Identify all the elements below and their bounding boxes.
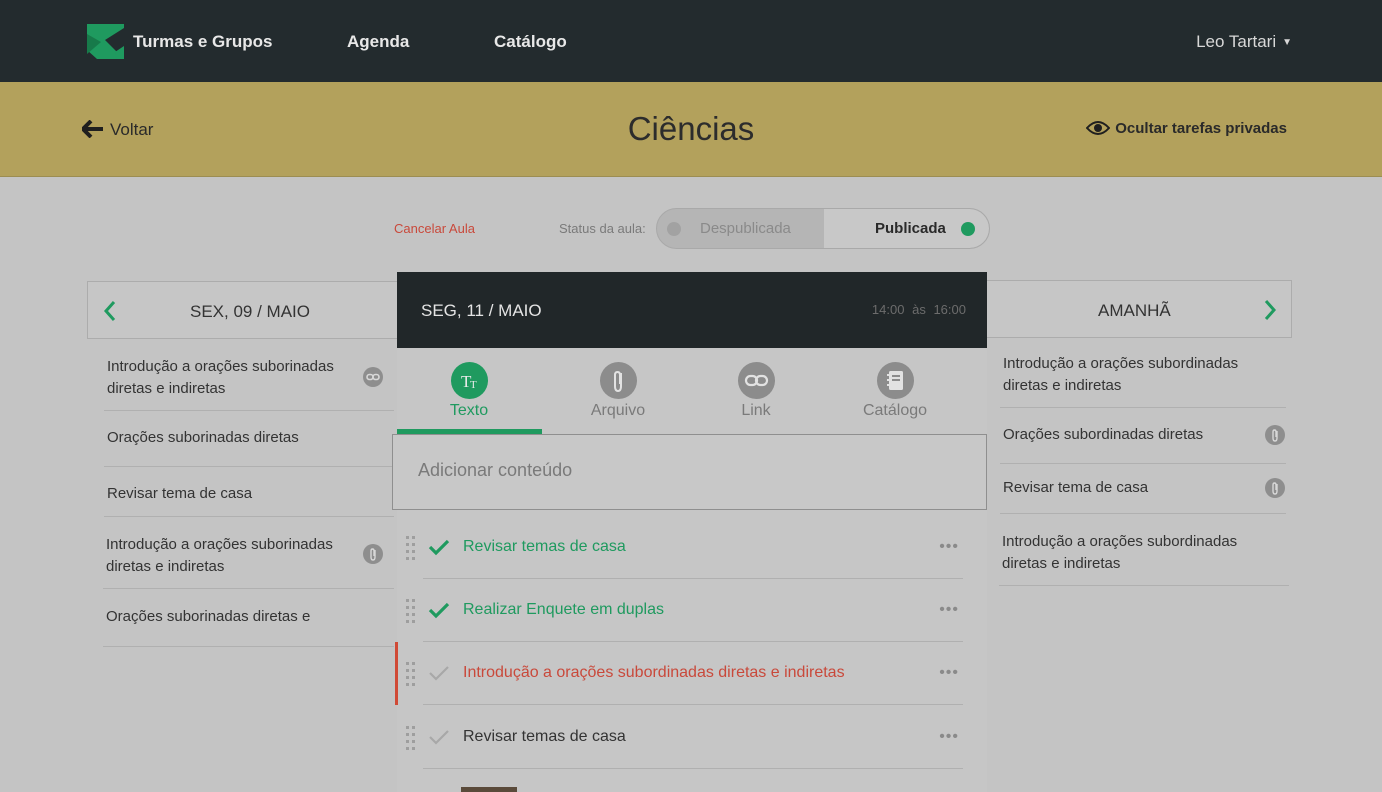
drag-handle-icon[interactable] [406,726,416,752]
next-day-header: AMANHÃ [985,280,1292,338]
status-off-label: Despublicada [700,220,791,237]
more-options-icon[interactable]: ••• [939,728,959,746]
nav-link-agenda[interactable]: Agenda [347,32,409,52]
list-item[interactable]: Orações suborinadas diretas [104,411,394,467]
task-text: Introdução a orações subordinadas direta… [463,664,845,681]
task-row[interactable]: Revisar temas de casa ••• [397,706,987,769]
add-content-input[interactable] [418,460,958,481]
task-row[interactable]: Revisar temas de casa ••• [397,516,987,579]
list-item[interactable]: Revisar tema de casa [104,467,394,517]
drag-handle-icon[interactable] [406,662,416,688]
list-item[interactable]: Orações suborinadas diretas e [103,589,394,647]
hide-private-toggle[interactable]: Ocultar tarefas privadas [1085,120,1287,137]
status-on-label: Publicada [875,220,946,237]
eye-icon [1085,121,1111,135]
user-name: Leo Tartari [1196,32,1277,51]
more-options-icon[interactable]: ••• [939,664,959,682]
tab-link[interactable]: Link [686,348,826,434]
add-content-box [392,434,987,510]
link-icon [363,367,383,387]
chevron-right-icon[interactable] [1263,299,1277,321]
tab-texto[interactable]: TT Texto [399,348,539,434]
tab-catalogo[interactable]: Catálogo [825,348,965,434]
tab-arquivo[interactable]: Arquivo [548,348,688,434]
notebook-icon [877,362,914,399]
status-dot-active [961,222,975,236]
task-text: Revisar temas de casa [463,538,626,555]
prev-day-header: SEX, 09 / MAIO [87,281,402,339]
list-item[interactable]: Revisar tema de casa [1000,464,1286,514]
task-text: Revisar temas de casa [463,728,626,745]
paperclip-icon [1265,425,1285,445]
drag-handle-icon[interactable] [406,599,416,625]
paperclip-icon [600,362,637,399]
list-item[interactable]: Orações subordinadas diretas [1000,408,1286,464]
top-navbar: Turmas e Grupos Agenda Catálogo Leo Tart… [0,0,1382,82]
nav-link-turmas[interactable]: Turmas e Grupos [133,32,273,52]
task-text: Realizar Enquete em duplas [463,601,665,618]
check-icon[interactable] [428,728,450,746]
list-item[interactable]: Introdução a orações suborinadas diretas… [103,517,394,589]
caret-down-icon: ▼ [1282,37,1292,48]
drag-handle-icon[interactable] [406,536,416,562]
next-day-title: AMANHÃ [1098,301,1171,320]
user-menu[interactable]: Leo Tartari ▼ [1196,32,1292,52]
list-item[interactable]: Introdução a orações subordinadas direta… [999,514,1289,586]
editor-header: SEG, 11 / MAIO 14:00 às 16:00 [397,272,987,348]
text-icon: TT [451,362,488,399]
prev-day-title: SEX, 09 / MAIO [190,302,310,321]
class-header: Voltar Ciências Ocultar tarefas privadas [0,82,1382,177]
status-published-option[interactable]: Publicada [824,209,989,248]
task-row[interactable]: Realizar Enquete em duplas ••• [397,579,987,642]
chevron-left-icon[interactable] [103,300,117,322]
check-icon[interactable] [428,538,450,556]
editor-time: 14:00 às 16:00 [871,302,966,317]
hide-private-label: Ocultar tarefas privadas [1115,120,1287,137]
more-options-icon[interactable]: ••• [939,601,959,619]
publish-status-toggle[interactable]: Despublicada Publicada [656,208,990,249]
check-icon[interactable] [428,664,450,682]
status-dot [667,222,681,236]
check-icon[interactable] [428,601,450,619]
alert-indicator [395,642,398,705]
lesson-editor-panel: SEG, 11 / MAIO 14:00 às 16:00 TT Texto A… [395,272,987,792]
paperclip-icon [363,544,383,564]
paperclip-icon [1265,478,1285,498]
list-item[interactable]: Introdução a orações suborinadas diretas… [104,353,394,411]
task-row[interactable]: Introdução a orações subordinadas direta… [395,642,987,705]
link-icon [738,362,775,399]
list-item[interactable]: Introdução a orações subordinadas direta… [1000,350,1286,408]
status-label: Status da aula: [559,221,646,236]
nav-link-catalogo[interactable]: Catálogo [494,32,567,52]
more-options-icon[interactable]: ••• [939,538,959,556]
status-unpublished-option[interactable]: Despublicada [657,209,824,248]
editor-date: SEG, 11 / MAIO [421,301,542,320]
cancel-class-link[interactable]: Cancelar Aula [394,221,475,236]
logo-icon[interactable] [87,24,124,59]
svg-text:T: T [470,379,477,391]
thumbnail-image [461,787,517,792]
